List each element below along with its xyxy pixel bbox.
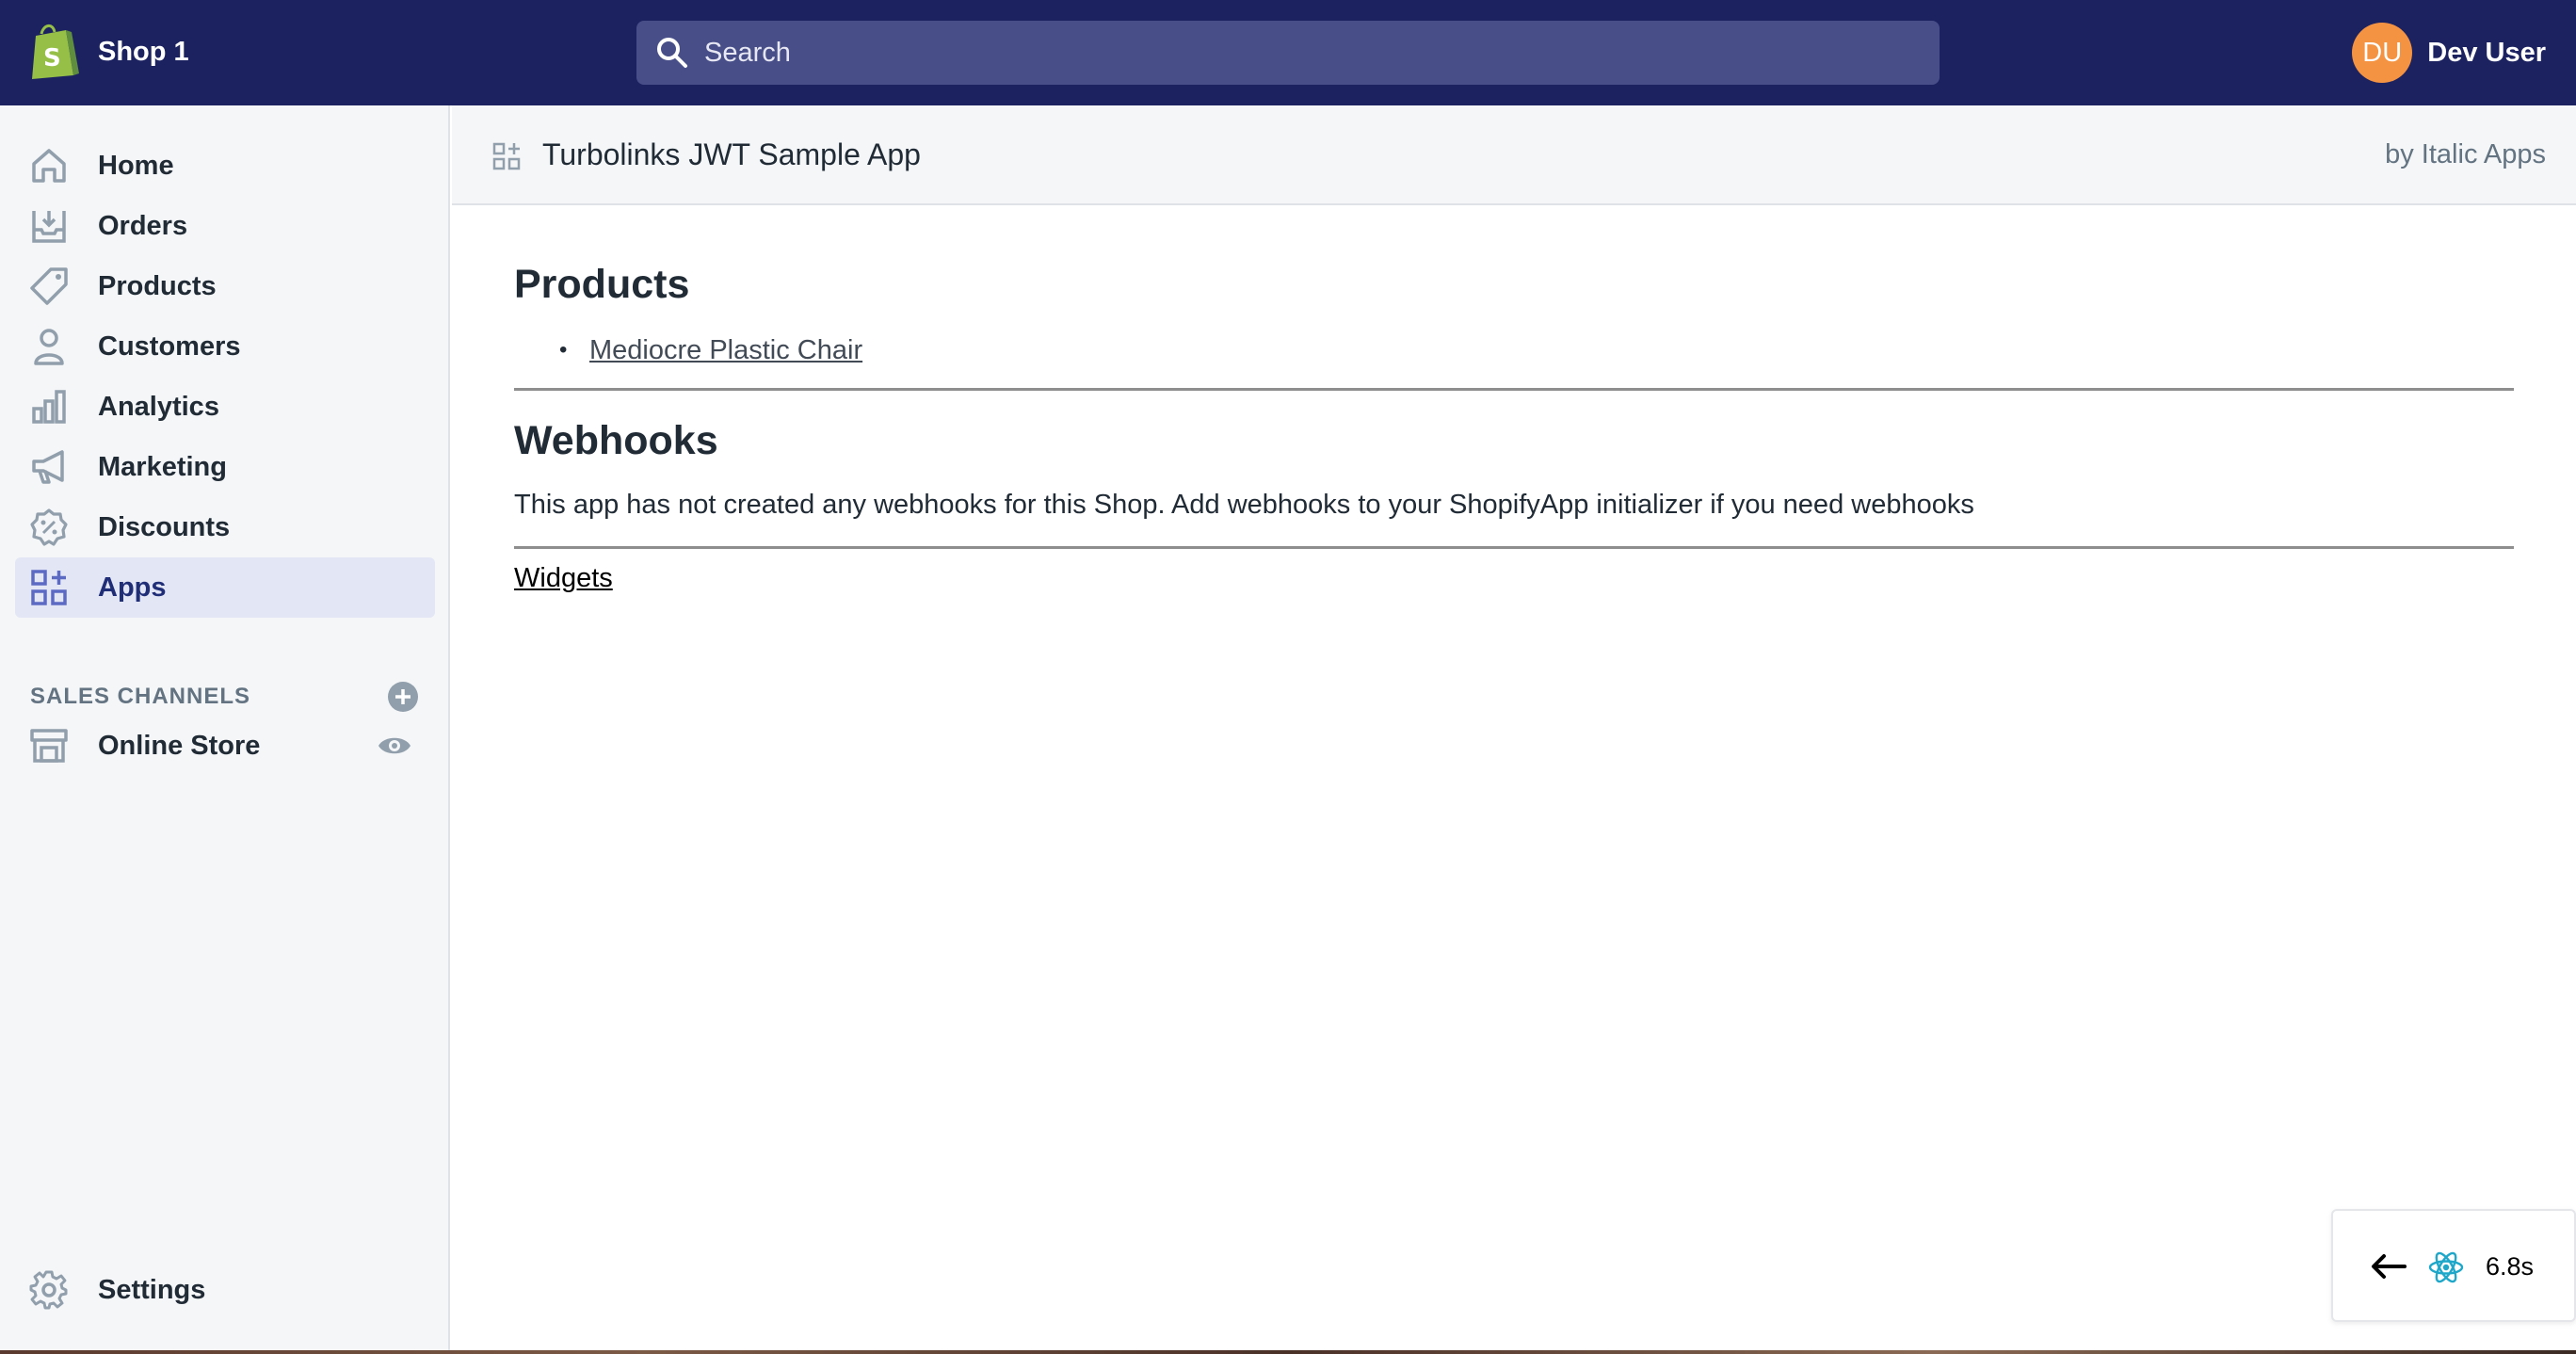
sidebar: Home Orders Products Customers Analytics… [0, 105, 450, 1350]
sidebar-item-label: Online Store [98, 730, 261, 761]
sidebar-item-online-store[interactable]: Online Store [15, 716, 435, 776]
sidebar-item-settings[interactable]: Settings [15, 1260, 435, 1320]
sidebar-item-label: Customers [98, 330, 241, 362]
sidebar-item-apps[interactable]: Apps [15, 557, 435, 618]
sidebar-item-label: Discounts [98, 511, 231, 542]
person-icon [34, 329, 64, 365]
load-time: 6.8s [2486, 1252, 2535, 1281]
sidebar-item-label: Analytics [98, 391, 219, 422]
shopify-logo-icon: S [32, 24, 79, 79]
sidebar-item-label: Products [98, 270, 217, 301]
megaphone-icon [32, 450, 64, 484]
product-link[interactable]: Mediocre Plastic Chair [589, 335, 862, 366]
sidebar-item-home[interactable]: Home [15, 136, 435, 196]
orders-icon [32, 211, 66, 243]
svg-text:S: S [43, 44, 61, 73]
sidebar-item-label: Orders [98, 210, 188, 241]
search-bar[interactable] [636, 21, 1940, 85]
apps-icon [492, 142, 521, 170]
apps-icon [31, 570, 67, 605]
gear-icon [29, 1270, 68, 1310]
home-icon [32, 149, 66, 183]
sidebar-item-orders[interactable]: Orders [15, 196, 435, 256]
app-author: by Italic Apps [2385, 139, 2546, 169]
sales-channels-title: SALES CHANNELS [30, 684, 251, 709]
brand[interactable]: S Shop 1 [28, 23, 189, 81]
divider [514, 388, 2514, 391]
arrow-left-icon[interactable] [2371, 1252, 2407, 1281]
desktop-background-strip [0, 1350, 2576, 1354]
sidebar-item-marketing[interactable]: Marketing [15, 437, 435, 497]
eye-icon[interactable] [377, 728, 412, 764]
sidebar-item-customers[interactable]: Customers [15, 316, 435, 377]
sidebar-item-label: Settings [98, 1274, 206, 1305]
shop-name: Shop 1 [98, 36, 189, 67]
widgets-link[interactable]: Widgets [514, 563, 613, 594]
search-icon [657, 38, 687, 68]
sidebar-item-label: Marketing [98, 451, 227, 482]
user-menu[interactable]: DU Dev User [2352, 23, 2546, 83]
list-bullet: • [559, 337, 568, 363]
store-icon [30, 729, 68, 763]
avatar: DU [2352, 23, 2413, 83]
sidebar-item-analytics[interactable]: Analytics [15, 377, 435, 437]
webhooks-heading: Webhooks [514, 418, 718, 463]
divider [514, 546, 2514, 549]
webhooks-message: This app has not created any webhooks fo… [514, 490, 1974, 520]
bar-chart-icon [32, 390, 66, 424]
add-channel-icon[interactable] [386, 680, 420, 714]
sidebar-item-label: Apps [98, 572, 167, 603]
performance-widget: 6.8s [2331, 1209, 2576, 1322]
app-header: Turbolinks JWT Sample App by Italic Apps [452, 105, 2576, 205]
search-input[interactable] [704, 37, 1909, 69]
discount-icon [30, 508, 68, 546]
top-bar: S Shop 1 DU Dev User [0, 0, 2576, 105]
app-window: S Shop 1 DU Dev User Home [0, 0, 2576, 1350]
react-icon [2428, 1251, 2464, 1283]
sidebar-item-discounts[interactable]: Discounts [15, 497, 435, 557]
user-name: Dev User [2427, 37, 2546, 68]
tag-icon [30, 267, 68, 305]
sidebar-item-products[interactable]: Products [15, 256, 435, 316]
products-heading: Products [514, 262, 690, 307]
app-title: Turbolinks JWT Sample App [542, 137, 921, 171]
sidebar-item-label: Home [98, 150, 174, 181]
